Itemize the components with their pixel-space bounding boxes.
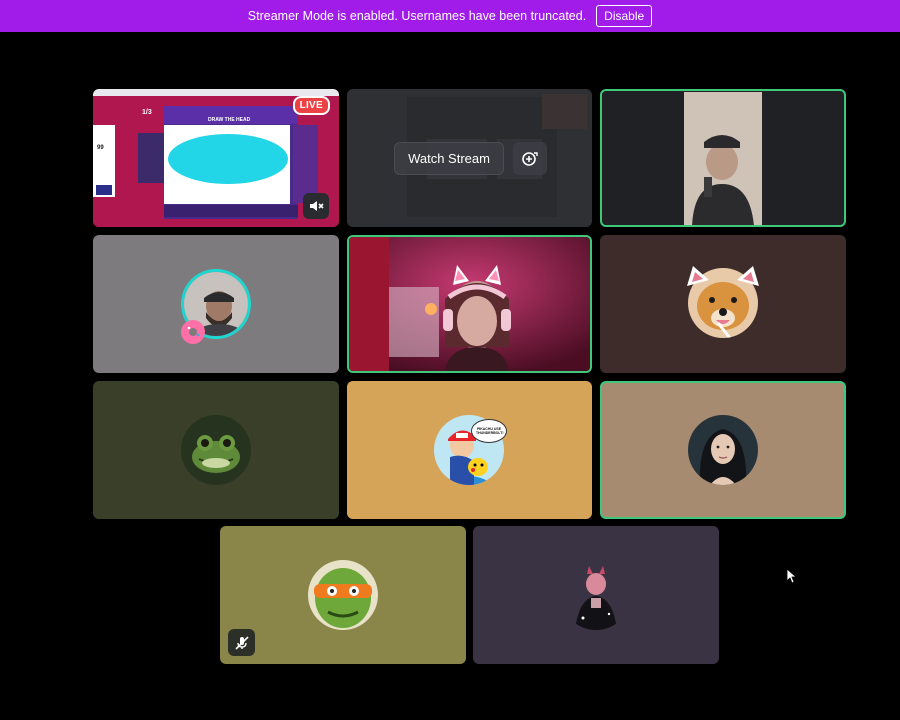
streamer-mode-message: Streamer Mode is enabled. Usernames have… <box>247 9 587 23</box>
game-round-counter: 1/3 <box>142 109 152 116</box>
stream-tile[interactable]: 1/3 DRAW THE HEAD 99 LIVE <box>93 89 339 227</box>
pop-out-stream-button[interactable] <box>513 142 547 175</box>
participant-tile-webcam-man[interactable] <box>600 89 846 227</box>
user-avatar <box>561 560 631 630</box>
pokemon-speech-bubble: PIKACHU USE THUNDERBOLT! <box>471 419 507 443</box>
user-avatar <box>181 415 251 485</box>
live-badge: LIVE <box>292 96 330 115</box>
streamer-mode-banner: Streamer Mode is enabled. Usernames have… <box>0 0 900 32</box>
user-avatar <box>688 415 758 485</box>
participant-tile-devil-avatar[interactable] <box>473 526 719 664</box>
webcam-video <box>684 92 762 225</box>
participant-tile-webcam-cat-headset[interactable] <box>347 235 592 373</box>
speech-bubble-text: PIKACHU USE THUNDERBOLT! <box>476 427 504 435</box>
participant-tile-woman-avatar[interactable] <box>600 381 846 519</box>
game-prompt: DRAW THE HEAD <box>208 117 251 123</box>
speaker-muted-icon <box>310 201 324 211</box>
watch-stream-tile[interactable]: Watch Stream <box>347 89 592 227</box>
side-score: 99 <box>97 145 104 151</box>
donut-sticker-icon <box>181 320 205 344</box>
participant-tile-pixel-avatar[interactable] <box>93 235 339 373</box>
watch-stream-button[interactable]: Watch Stream <box>394 142 504 175</box>
microphone-muted-icon <box>234 635 249 650</box>
screen-plus-icon <box>522 151 538 166</box>
webcam-video <box>349 237 590 371</box>
muted-indicator <box>228 629 255 656</box>
participant-tile-frog-avatar[interactable] <box>93 381 339 519</box>
participant-tile-pokemon-avatar[interactable]: PIKACHU USE THUNDERBOLT! <box>347 381 592 519</box>
user-avatar <box>308 560 378 630</box>
disable-streamer-mode-button[interactable]: Disable <box>596 5 653 27</box>
stream-volume-button[interactable] <box>303 193 329 219</box>
participant-tile-dog-avatar[interactable] <box>600 235 846 373</box>
cat-ears-icon <box>687 266 759 286</box>
mouse-cursor-icon <box>786 568 798 584</box>
participant-tile-turtle-avatar[interactable] <box>220 526 466 664</box>
